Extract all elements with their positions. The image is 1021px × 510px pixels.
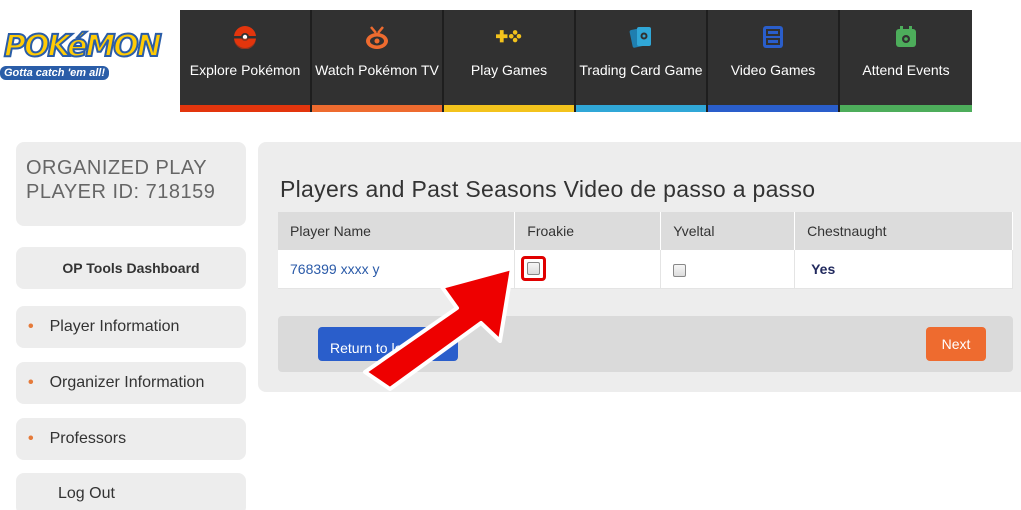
column-header-chestnaught: Chestnaught xyxy=(794,212,1013,250)
nav-label: Play Games xyxy=(470,62,548,78)
logo-word: POKéMON xyxy=(3,29,163,65)
nav-color-bar xyxy=(840,105,972,112)
sidebar-item-player-information[interactable]: • Player Information xyxy=(16,306,246,348)
nav-color-bar xyxy=(444,105,574,112)
chestnaught-value: Yes xyxy=(811,260,836,277)
cards-icon xyxy=(628,24,654,50)
nav-label: Video Games xyxy=(730,62,816,78)
bullet-icon: • xyxy=(28,318,34,335)
op-tools-dashboard-button[interactable]: OP Tools Dashboard xyxy=(16,247,246,289)
player-id: PLAYER ID: 718159 xyxy=(26,181,216,203)
next-button[interactable]: Next xyxy=(926,327,986,361)
tv-icon xyxy=(364,24,390,50)
nav-item-video-games[interactable]: Video Games xyxy=(708,10,840,112)
sidebar-item-professors[interactable]: • Professors xyxy=(16,418,246,460)
bullet-icon: • xyxy=(28,374,34,391)
chestnaught-cell: Yes xyxy=(794,250,1013,289)
nav-item-watch-pokemon-tv[interactable]: Watch Pokémon TV xyxy=(312,10,444,112)
nav-color-bar xyxy=(708,105,838,112)
bullet-icon: • xyxy=(28,430,34,447)
column-header-yveltal: Yveltal xyxy=(660,212,796,250)
sidebar-item-label: Professors xyxy=(49,430,127,447)
calendar-icon xyxy=(893,24,919,50)
nav-color-bar xyxy=(312,105,442,112)
video-game-icon xyxy=(760,24,786,50)
logout-button[interactable]: Log Out xyxy=(16,473,246,510)
nav-color-bar xyxy=(180,105,310,112)
nav-item-trading-card-game[interactable]: Trading Card Game xyxy=(576,10,708,112)
sidebar-item-label: Player Information xyxy=(49,318,180,335)
sidebar-item-label: Organizer Information xyxy=(49,374,205,391)
page-title: Players and Past Seasons Video de passo … xyxy=(280,176,816,202)
nav-label: Attend Events xyxy=(862,62,950,78)
logo-tagline: Gotta catch 'em all! xyxy=(0,66,110,80)
pokeball-icon xyxy=(232,24,258,50)
top-nav: Explore Pokémon Watch Pokémon TV Play Ga… xyxy=(180,10,972,112)
nav-label: Watch Pokémon TV xyxy=(315,62,439,78)
nav-item-explore-pokemon[interactable]: Explore Pokémon xyxy=(180,10,312,112)
yveltal-checkbox[interactable] xyxy=(673,263,687,277)
pokemon-logo[interactable]: POKéMON Gotta catch 'em all! xyxy=(0,29,163,84)
op-title: ORGANIZED PLAY xyxy=(26,157,208,179)
nav-label: Explore Pokémon xyxy=(189,62,301,78)
nav-item-play-games[interactable]: Play Games xyxy=(444,10,576,112)
game-controller-icon xyxy=(496,24,522,50)
nav-color-bar xyxy=(576,105,706,112)
yveltal-cell xyxy=(660,250,796,289)
organized-play-header: ORGANIZED PLAY PLAYER ID: 718159 xyxy=(16,142,246,226)
red-arrow-annotation-icon xyxy=(363,266,514,391)
sidebar-item-organizer-information[interactable]: • Organizer Information xyxy=(16,362,246,404)
nav-label: Trading Card Game xyxy=(579,62,703,78)
nav-item-attend-events[interactable]: Attend Events xyxy=(840,10,972,112)
